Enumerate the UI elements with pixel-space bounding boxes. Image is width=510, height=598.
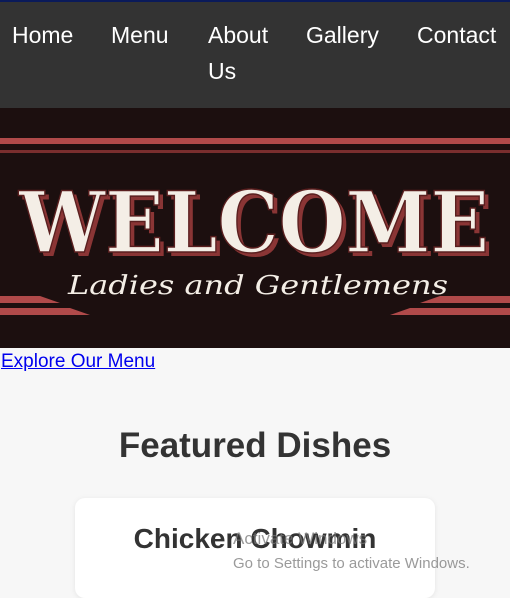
banner-stripe xyxy=(0,138,510,144)
watermark-title: Activate Windows xyxy=(233,529,368,548)
welcome-banner-image: WELCOME WELCOME Ladies and Gentlemens xyxy=(0,108,510,348)
activate-windows-watermark: Activate Windows Go to Settings to activ… xyxy=(233,526,470,576)
main-navigation: Home Menu About Us Gallery Contact xyxy=(0,2,510,108)
hero-title: WELCOME xyxy=(18,173,489,272)
nav-contact-link[interactable]: Contact xyxy=(417,17,496,53)
nav-gallery-link[interactable]: Gallery xyxy=(306,17,379,53)
nav-home-link[interactable]: Home xyxy=(12,17,73,53)
featured-dishes-heading: Featured Dishes xyxy=(118,426,392,465)
watermark-subtitle: Go to Settings to activate Windows. xyxy=(233,555,470,572)
hero-banner: WELCOME WELCOME Ladies and Gentlemens xyxy=(0,108,510,348)
banner-stripe xyxy=(390,308,510,315)
hero-subtitle: Ladies and Gentlemens xyxy=(67,271,448,301)
nav-menu-link[interactable]: Menu xyxy=(111,17,169,53)
banner-stripe xyxy=(0,150,510,153)
nav-about-link[interactable]: About Us xyxy=(208,17,288,89)
explore-menu-link[interactable]: Explore Our Menu xyxy=(1,350,155,374)
